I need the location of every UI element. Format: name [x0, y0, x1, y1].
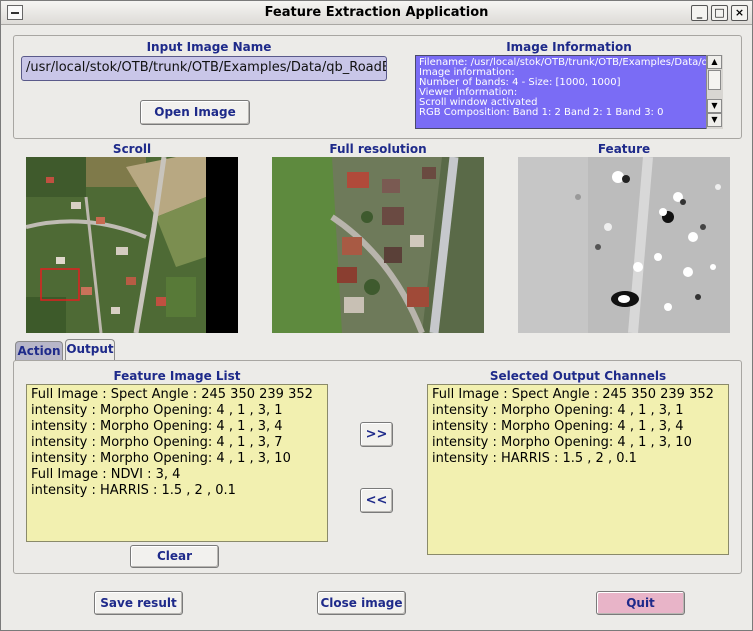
list-item[interactable]: intensity : HARRIS : 1.5 , 2 , 0.1 [31, 483, 323, 499]
info-line: RGB Composition: Band 1: 2 Band 2: 1 Ban… [419, 107, 664, 118]
selected-output-channels-list[interactable]: Full Image : Spect Angle : 245 350 239 3… [427, 384, 729, 555]
open-image-button[interactable]: Open Image [140, 100, 250, 125]
scroll-view-label: Scroll [112, 142, 152, 156]
image-info-label: Image Information [506, 40, 632, 54]
scroll-up-icon[interactable]: ▲ [707, 55, 722, 69]
scroll-down-icon[interactable]: ▼ [707, 99, 722, 113]
list-item[interactable]: Full Image : NDVI : 3, 4 [31, 467, 323, 483]
tab-output[interactable]: Output [65, 339, 115, 361]
output-panel: Feature Image List Full Image : Spect An… [13, 360, 742, 574]
tab-action[interactable]: Action [15, 341, 63, 361]
scroll-view-image[interactable] [26, 157, 238, 333]
quit-button[interactable]: Quit [596, 591, 685, 615]
add-channel-button[interactable]: >> [360, 422, 393, 447]
list-item[interactable]: intensity : Morpho Opening: 4 , 1 , 3, 4 [31, 419, 323, 435]
list-item[interactable]: intensity : Morpho Opening: 4 , 1 , 3, 1 [432, 403, 724, 419]
full-resolution-label: Full resolution [329, 142, 427, 156]
title-bar[interactable]: Feature Extraction Application _ □ × [1, 1, 752, 25]
feature-image-list-label: Feature Image List [113, 369, 241, 383]
list-item[interactable]: intensity : Morpho Opening: 4 , 1 , 3, 1 [31, 403, 323, 419]
input-image-field[interactable]: /usr/local/stok/OTB/trunk/OTB/Examples/D… [21, 56, 387, 81]
list-item[interactable]: Full Image : Spect Angle : 245 350 239 3… [31, 387, 323, 403]
full-resolution-image[interactable] [272, 157, 484, 333]
info-scrollbar[interactable]: ▲ ▼ ▼ [706, 55, 723, 129]
feature-image-svg [518, 157, 730, 333]
feature-image[interactable] [518, 157, 730, 333]
image-info-text[interactable]: Filename: /usr/local/stok/OTB/trunk/OTB/… [415, 55, 707, 129]
input-panel: Input Image Name /usr/local/stok/OTB/tru… [13, 35, 742, 139]
list-item[interactable]: intensity : Morpho Opening: 4 , 1 , 3, 4 [432, 419, 724, 435]
window-title: Feature Extraction Application [264, 5, 489, 20]
list-item[interactable]: Full Image : Spect Angle : 245 350 239 3… [432, 387, 724, 403]
list-item[interactable]: intensity : Morpho Opening: 4 , 1 , 3, 1… [31, 451, 323, 467]
minimize-button[interactable]: _ [691, 5, 708, 21]
list-item[interactable]: intensity : Morpho Opening: 4 , 1 , 3, 7 [31, 435, 323, 451]
save-result-button[interactable]: Save result [94, 591, 183, 615]
remove-channel-button[interactable]: << [360, 488, 393, 513]
feature-image-list[interactable]: Full Image : Spect Angle : 245 350 239 3… [26, 384, 328, 542]
feature-view-label: Feature [597, 142, 651, 156]
maximize-button[interactable]: □ [711, 5, 728, 21]
scroll-end-icon[interactable]: ▼ [707, 113, 722, 127]
input-image-label: Input Image Name [146, 40, 272, 54]
app-window: Feature Extraction Application _ □ × Inp… [0, 0, 753, 631]
scroll-thumb[interactable] [708, 70, 721, 90]
close-window-button[interactable]: × [731, 5, 748, 21]
list-item[interactable]: intensity : Morpho Opening: 4 , 1 , 3, 1… [432, 435, 724, 451]
selected-output-channels-label: Selected Output Channels [489, 369, 667, 383]
list-item[interactable]: intensity : HARRIS : 1.5 , 2 , 0.1 [432, 451, 724, 467]
clear-button[interactable]: Clear [130, 545, 219, 568]
close-image-button[interactable]: Close image [317, 591, 406, 615]
scroll-image-svg [26, 157, 238, 333]
full-image-svg [272, 157, 484, 333]
